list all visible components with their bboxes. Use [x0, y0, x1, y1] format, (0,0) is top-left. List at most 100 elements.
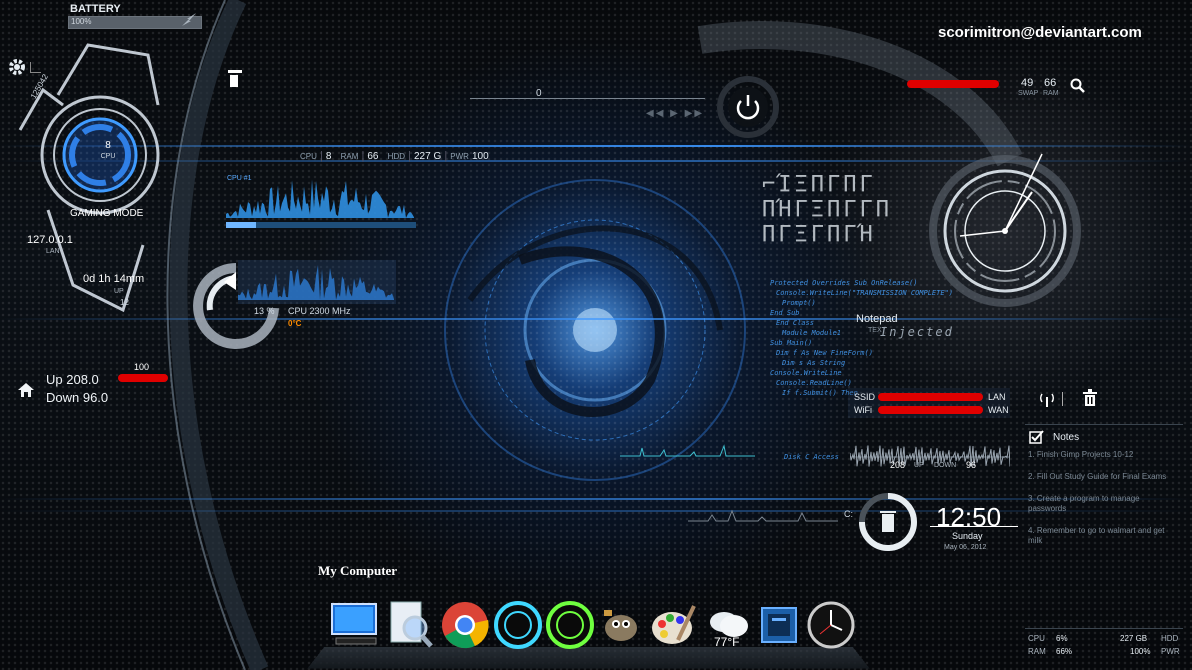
traffic-graph	[850, 445, 1010, 467]
code-line: Protected Overrides Sub OnRelease()	[770, 279, 918, 287]
weather-icon[interactable]: 77°F	[702, 600, 752, 650]
separator: |	[319, 150, 323, 162]
code-line: Console.WriteLine("TRANSMISSION COMPLETE…	[776, 289, 954, 297]
clock-date: May 06, 2012	[944, 544, 987, 551]
bottom-hdd-value: 227 GB	[1120, 634, 1148, 643]
cpu-freq-graph	[238, 260, 396, 304]
note-item[interactable]: 1. Finish Gimp Projects 10-12	[1028, 450, 1178, 460]
swap-label: SWAP	[1018, 90, 1039, 97]
notepad-label[interactable]: Notepad	[856, 313, 898, 325]
swap-value: 49	[1021, 77, 1034, 89]
search-icon[interactable]	[385, 600, 435, 650]
wifi-label: WiFi	[854, 405, 872, 415]
light-streak	[0, 510, 1192, 512]
net-up: Up 208.0	[46, 372, 99, 387]
computer-icon[interactable]	[330, 600, 380, 650]
stat-cpu-value: 8	[325, 151, 332, 162]
wifi-red-bar	[878, 406, 983, 414]
note-item[interactable]: 3. Create a program to manage passwords	[1028, 494, 1178, 514]
ram-label: RAM	[1043, 90, 1059, 97]
checkbox-icon[interactable]	[1029, 430, 1045, 444]
media-seek-bar[interactable]	[470, 98, 705, 99]
net-red-bar	[118, 374, 168, 382]
lightning-icon	[182, 13, 196, 26]
trash-icon[interactable]	[1082, 389, 1098, 407]
ssid-red-bar	[878, 393, 983, 401]
net-bar-value: 100	[134, 362, 150, 372]
stat-hdd-value: 227 G	[414, 151, 442, 162]
stat-hdd-label: HDD	[387, 152, 406, 161]
ip-address: 127.0.0.1	[27, 234, 73, 246]
bottom-pwr-value: 100%	[1130, 647, 1151, 656]
top-stats: CPU | 8 RAM | 66 HDD | 227 G | PWR 100	[300, 150, 489, 162]
uptime: 0d 1h 14mm	[83, 273, 145, 285]
drive-label: C:	[844, 509, 853, 519]
battery-percent: 100%	[71, 17, 92, 26]
folder-icon[interactable]	[754, 600, 804, 650]
separator: |	[444, 150, 448, 162]
ram-value: 66	[1044, 77, 1057, 89]
code-line: Prompt()	[782, 299, 816, 307]
lan-label: LAN	[988, 392, 1006, 402]
clock-divider	[930, 526, 1018, 527]
search-icon[interactable]	[1070, 78, 1086, 94]
bottom-hdd-label: HDD	[1161, 634, 1179, 643]
note-item[interactable]: 4. Remember to go to walmart and get mil…	[1028, 526, 1178, 546]
stat-pwr-value: 100	[471, 151, 489, 162]
antenna-icon[interactable]	[1038, 390, 1056, 408]
trash-small-icon	[882, 514, 894, 532]
ring-green-icon[interactable]	[545, 600, 595, 650]
gauge-small-num: 12	[120, 298, 129, 307]
stat-ram-label: RAM	[340, 152, 359, 161]
weather-temp: 77°F	[714, 635, 739, 649]
paint-icon[interactable]	[648, 600, 698, 650]
divider	[1062, 392, 1063, 406]
separator: |	[361, 150, 365, 162]
dock-hover-label: My Computer	[318, 563, 398, 578]
stat-ram-value: 66	[367, 151, 379, 162]
bottom-ram-label: RAM	[1028, 647, 1046, 656]
gimp-icon[interactable]	[596, 600, 646, 650]
cpu-percent: 13 %	[254, 306, 275, 316]
gauge-cpu-value: 8	[105, 140, 111, 151]
note-item[interactable]: 2. Fill Out Study Guide for Final Exams	[1028, 472, 1178, 482]
clock-icon[interactable]	[806, 600, 856, 650]
dock-shelf	[307, 647, 870, 669]
separator: |	[408, 150, 411, 162]
gauge-cpu-label: CPU	[100, 153, 116, 160]
injected-text: Injected	[880, 325, 954, 339]
bottom-stats-divider	[1025, 628, 1183, 629]
code-line: Dim s As String	[782, 359, 846, 367]
notes-divider	[1025, 424, 1183, 425]
clock-day: Sunday	[952, 531, 983, 541]
ring-blue-icon[interactable]	[493, 600, 543, 650]
code-line: Sub Main()	[770, 339, 813, 347]
code-line: Console.WriteLine	[770, 369, 842, 377]
stat-cpu-label: CPU	[300, 152, 317, 161]
watermark: scorimitron@deviantart.com	[938, 24, 1142, 41]
swap-red-bar	[907, 80, 999, 88]
cpu-graph	[226, 179, 416, 228]
media-controls[interactable]: ◀◀ ▶ ▶▶	[646, 108, 704, 119]
notes-title: Notes	[1053, 432, 1080, 443]
traffic-up-value: 208	[890, 460, 906, 470]
bottom-cpu-value: 6%	[1056, 634, 1068, 643]
traffic-down-label: DOWN	[934, 462, 957, 469]
wan-label: WAN	[988, 405, 1009, 415]
power-button[interactable]	[716, 75, 780, 139]
chrome-icon[interactable]	[440, 600, 490, 650]
disk-activity-graph	[620, 444, 755, 457]
bottom-pwr-label: PWR	[1161, 647, 1180, 656]
bottom-ram-value: 66%	[1056, 647, 1073, 656]
code-line: Dim f As New FineForm()	[776, 349, 873, 357]
drive-gauge[interactable]	[858, 492, 918, 552]
traffic-up-label: UP	[914, 462, 924, 469]
digital-time: 12:50	[936, 502, 1002, 532]
document-icon[interactable]	[228, 70, 242, 88]
uptime-label: UP	[114, 288, 124, 295]
light-streak	[0, 498, 1192, 500]
home-icon[interactable]	[17, 382, 35, 398]
cpu-frequency: CPU 2300 MHz	[288, 306, 351, 316]
ip-label: LAN	[46, 248, 60, 255]
glyph-text: ⌐ΊΞΠΓΠΓ ΠΉΓΞΠΓΓΠ ΠΓΞΓΠΓΉ	[762, 172, 892, 247]
